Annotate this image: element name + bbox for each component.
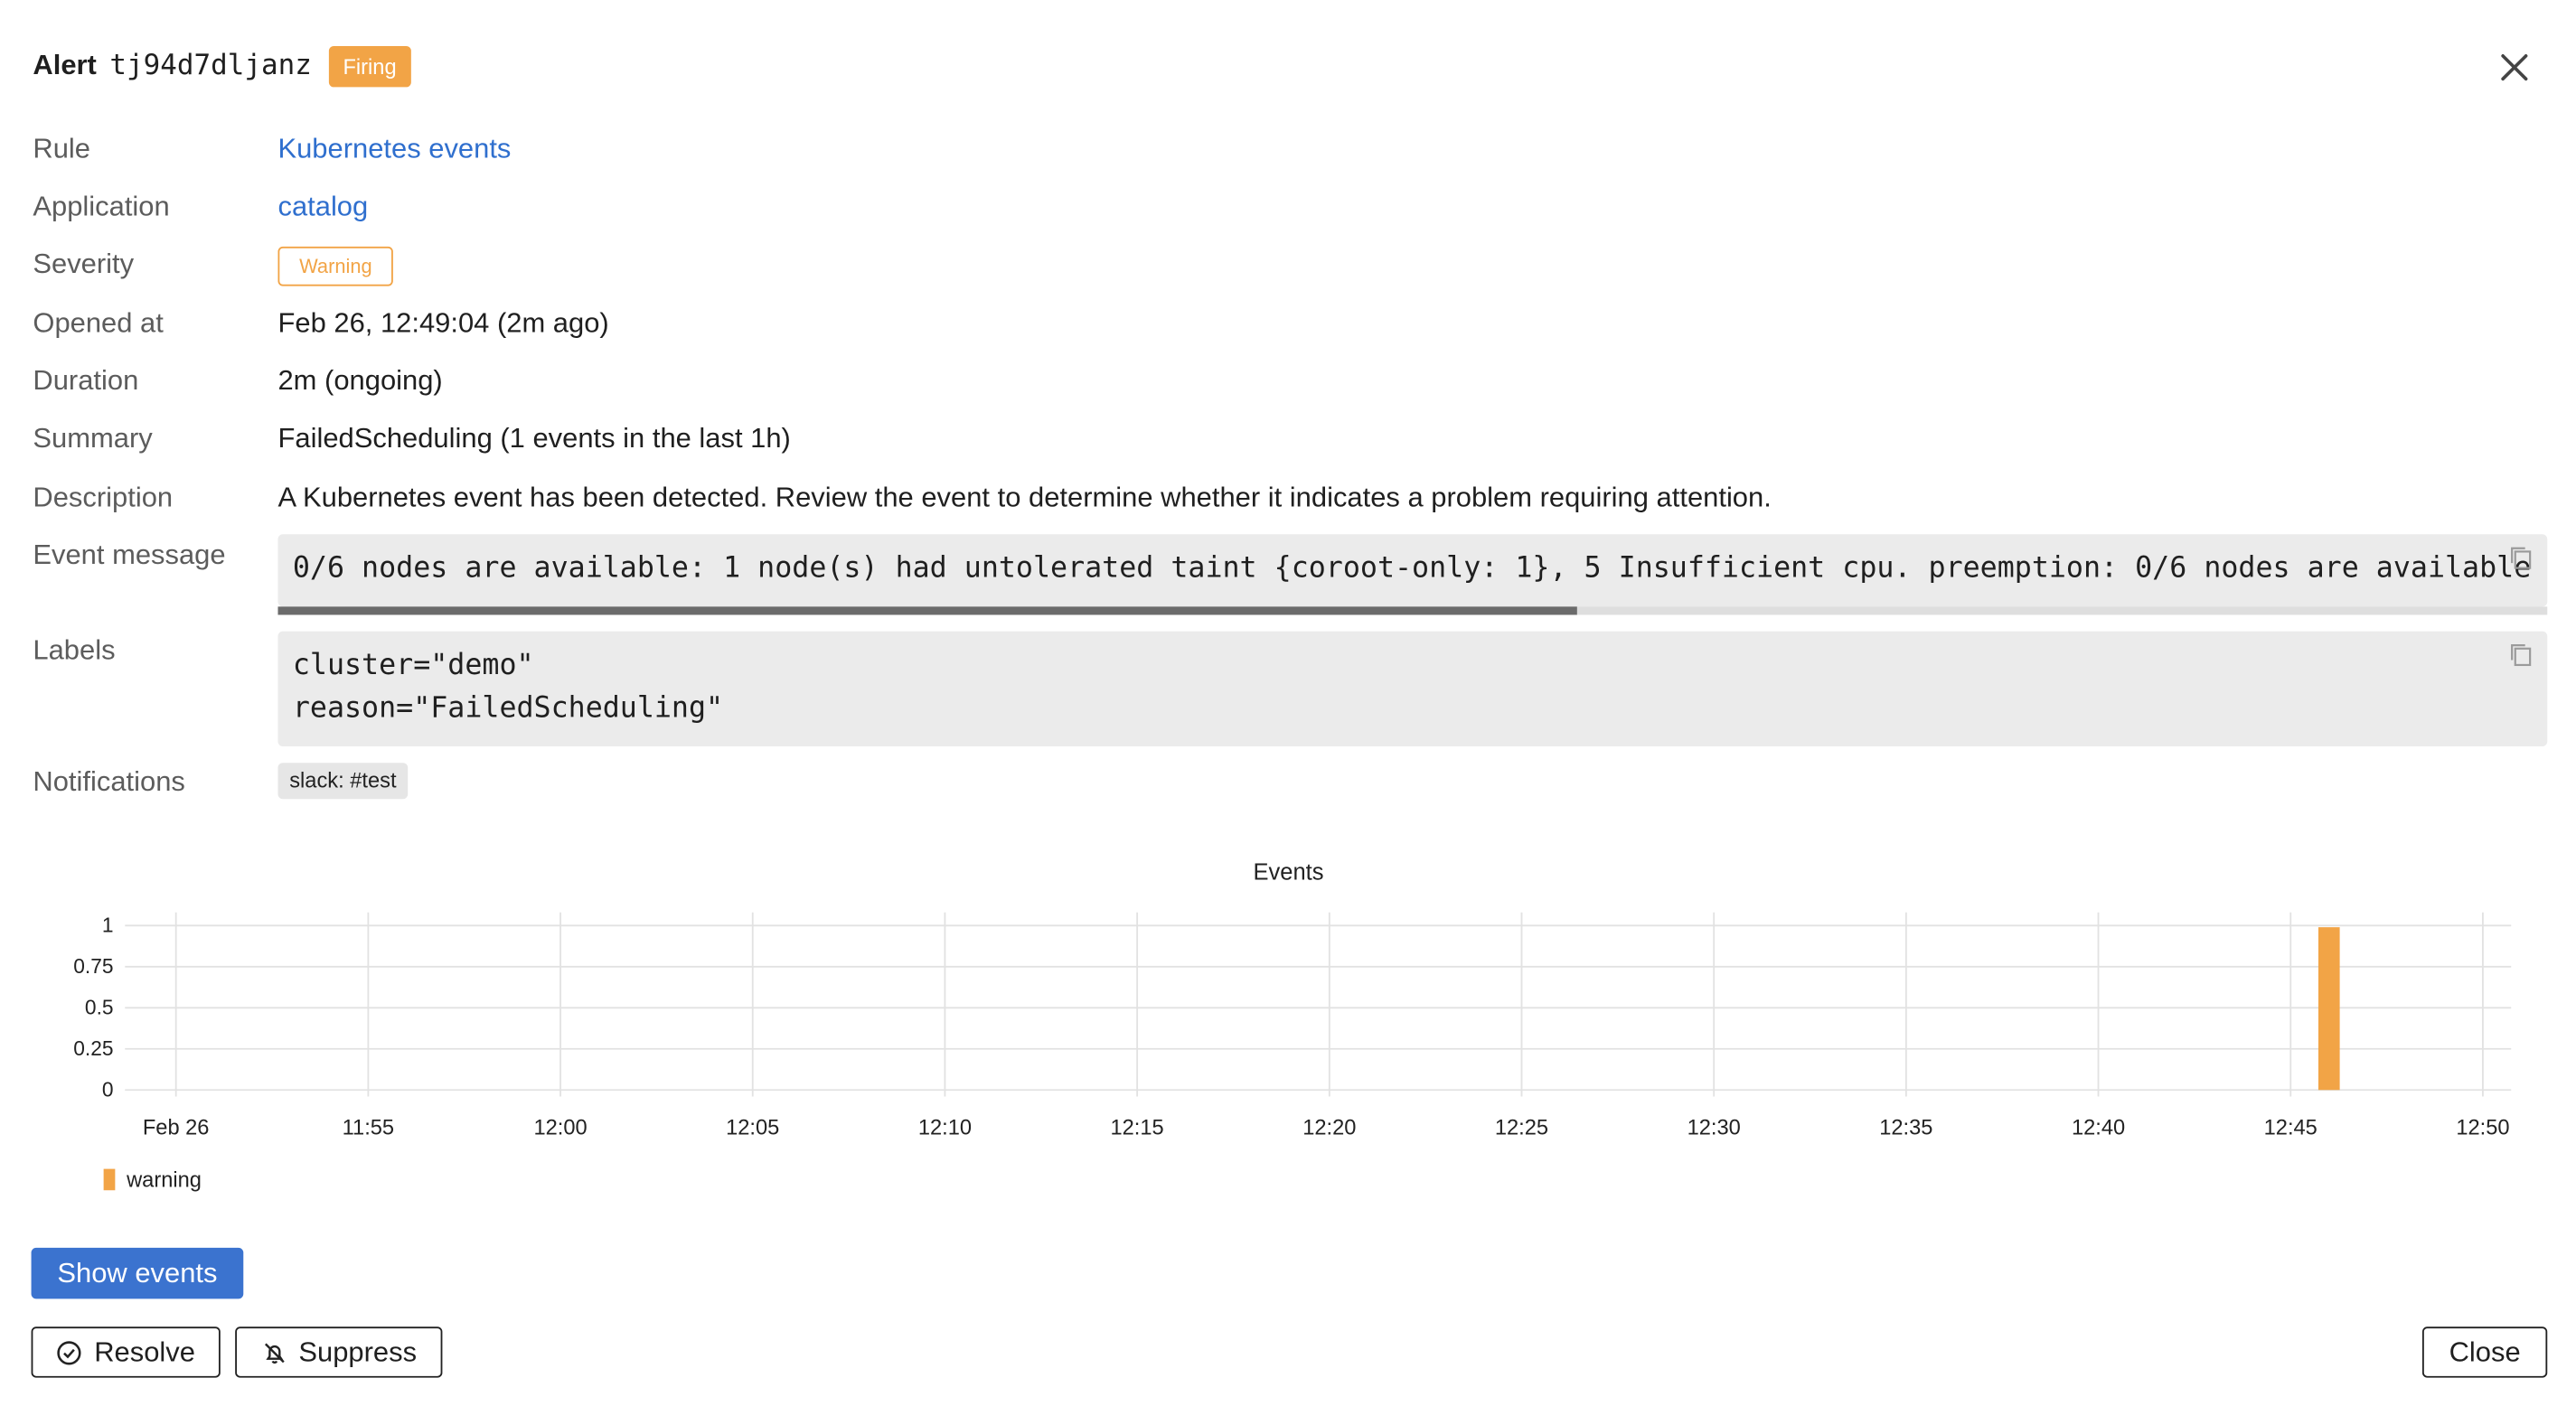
y-tick-label: 0 bbox=[102, 1078, 114, 1101]
horizontal-scrollbar[interactable] bbox=[277, 606, 2548, 615]
dialog-header: Alert tj94d7dljanz Firing bbox=[33, 44, 411, 87]
x-tick-label: 12:20 bbox=[1302, 1116, 1356, 1139]
resolve-button[interactable]: Resolve bbox=[31, 1326, 221, 1378]
legend-label: warning bbox=[127, 1167, 202, 1193]
opened-row: Opened at Feb 26, 12:49:04 (2m ago) bbox=[33, 305, 608, 342]
close-label: Close bbox=[2449, 1336, 2521, 1367]
y-tick-label: 1 bbox=[102, 914, 114, 937]
x-tick-label: 12:00 bbox=[533, 1116, 587, 1139]
show-events-button[interactable]: Show events bbox=[31, 1247, 244, 1299]
x-tick-label: 12:50 bbox=[2456, 1116, 2509, 1139]
dialog-title: Alert bbox=[33, 49, 97, 81]
rule-link[interactable]: Kubernetes events bbox=[277, 132, 511, 168]
event-message-row: Event message bbox=[33, 538, 277, 574]
event-message-label: Event message bbox=[33, 539, 226, 571]
y-tick-label: 0.25 bbox=[73, 1036, 113, 1060]
event-bar bbox=[2317, 927, 2340, 1091]
suppress-button[interactable]: Suppress bbox=[235, 1326, 443, 1378]
application-link[interactable]: catalog bbox=[277, 189, 368, 225]
notification-chip: slack: #test bbox=[277, 763, 409, 800]
status-badge: Firing bbox=[328, 45, 411, 87]
x-tick-label: 12:40 bbox=[2072, 1116, 2125, 1139]
events-chart: Feb 26 11:55 12:00 12:05 12:10 12:15 12:20 12:2… bbox=[73, 912, 2512, 1139]
x-tick-label: Feb 26 bbox=[143, 1116, 210, 1139]
rule-label: Rule bbox=[33, 133, 91, 164]
copy-icon[interactable] bbox=[2508, 544, 2534, 570]
resolve-label: Resolve bbox=[94, 1336, 195, 1367]
labels-line-cluster: cluster="demo" bbox=[292, 649, 534, 683]
x-tick-label: 12:05 bbox=[726, 1116, 779, 1139]
event-message-box: 0/6 nodes are available: 1 node(s) had u… bbox=[277, 534, 2548, 607]
x-tick-label: 12:35 bbox=[1879, 1116, 1932, 1139]
check-circle-icon bbox=[57, 1340, 82, 1364]
description-label: Description bbox=[33, 482, 174, 513]
summary-label: Summary bbox=[33, 422, 153, 455]
close-button[interactable]: Close bbox=[2421, 1326, 2548, 1378]
opened-label: Opened at bbox=[33, 307, 164, 339]
notifications-row: Notifications slack: #test bbox=[33, 763, 409, 801]
application-label: Application bbox=[33, 191, 170, 222]
labels-row: Labels bbox=[33, 633, 277, 669]
description-value: A Kubernetes event has been detected. Re… bbox=[277, 482, 1772, 513]
x-tick-label: 12:45 bbox=[2264, 1116, 2317, 1139]
application-row: Application catalog bbox=[33, 189, 368, 225]
summary-row: Summary FailedScheduling (1 events in th… bbox=[33, 421, 790, 457]
duration-label: Duration bbox=[33, 364, 139, 397]
labels-line-reason: reason="FailedScheduling" bbox=[292, 691, 724, 726]
labels-box: cluster="demo" reason="FailedScheduling" bbox=[277, 631, 2548, 747]
chart-title: Events bbox=[1253, 858, 1324, 885]
severity-badge: Warning bbox=[277, 246, 394, 286]
suppress-label: Suppress bbox=[298, 1336, 418, 1367]
severity-label: Severity bbox=[33, 248, 135, 280]
x-tick-label: 12:15 bbox=[1111, 1116, 1164, 1139]
description-row: Description A Kubernetes event has been … bbox=[33, 480, 1771, 516]
x-tick-label: 12:10 bbox=[918, 1116, 972, 1139]
chart-legend[interactable]: warning bbox=[103, 1167, 202, 1193]
duration-value: 2m (ongoing) bbox=[277, 364, 443, 397]
scrollbar-thumb[interactable] bbox=[277, 606, 1577, 615]
duration-row: Duration 2m (ongoing) bbox=[33, 363, 442, 399]
x-tick-label: 12:25 bbox=[1495, 1116, 1548, 1139]
alert-dialog: Alert tj94d7dljanz Firing Rule Kubernete… bbox=[0, 0, 2576, 1406]
alert-id: tj94d7dljanz bbox=[109, 49, 312, 82]
opened-value: Feb 26, 12:49:04 (2m ago) bbox=[277, 307, 609, 339]
x-tick-label: 11:55 bbox=[343, 1116, 394, 1139]
rule-row: Rule Kubernetes events bbox=[33, 132, 511, 168]
notifications-label: Notifications bbox=[33, 765, 185, 798]
y-tick-label: 0.75 bbox=[73, 954, 113, 978]
y-tick-label: 0.5 bbox=[85, 996, 114, 1019]
labels-label: Labels bbox=[33, 634, 116, 666]
legend-swatch bbox=[103, 1168, 116, 1191]
severity-row: Severity Warning bbox=[33, 246, 394, 286]
close-icon[interactable] bbox=[2493, 46, 2535, 89]
event-message-text: 0/6 nodes are available: 1 node(s) had u… bbox=[292, 552, 2532, 586]
x-tick-label: 12:30 bbox=[1688, 1116, 1741, 1139]
copy-icon[interactable] bbox=[2508, 642, 2534, 668]
summary-value: FailedScheduling (1 events in the last 1… bbox=[277, 422, 791, 455]
bell-off-icon bbox=[264, 1342, 284, 1364]
